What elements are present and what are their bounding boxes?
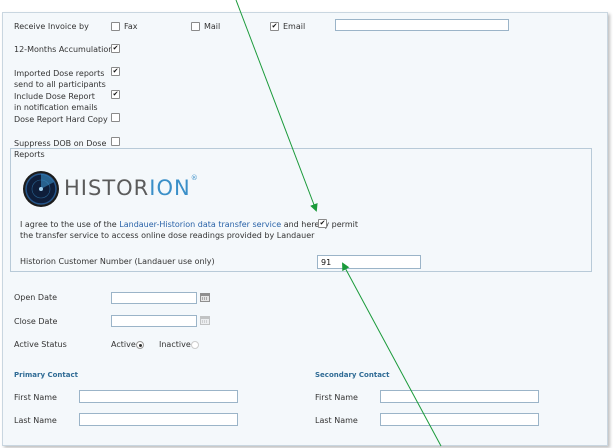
arrow-to-customer-number [342, 262, 442, 447]
annotation-arrows [235, 0, 442, 447]
arrow-to-agree-checkbox [235, 0, 318, 212]
